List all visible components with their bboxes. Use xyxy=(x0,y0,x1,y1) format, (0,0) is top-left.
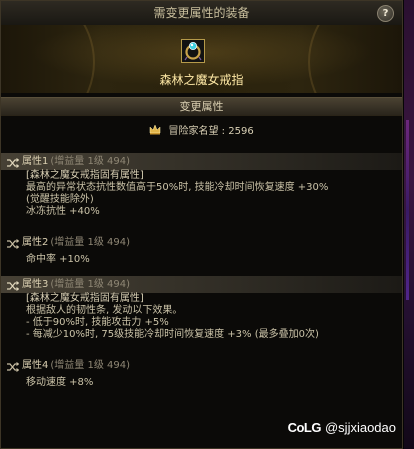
attribute-line: 命中率 +10% xyxy=(26,254,90,265)
shuffle-icon xyxy=(7,238,20,249)
colg-logo: CoLG xyxy=(287,420,322,435)
attribute-block-3: 属性3 (增益量 1级 494) [森林之魔女戒指固有属性] 根据敌人的韧性条,… xyxy=(1,276,402,341)
adventurer-fame: 冒险家名望 : 2596 xyxy=(1,122,402,138)
attribute-change-panel: 需变更属性的装备 ? 森林之魔女戒指 变更属性 冒险家名望 : 2596 属性1… xyxy=(0,0,403,449)
attribute-header[interactable]: 属性1 (增益量 1级 494) xyxy=(1,153,402,170)
attribute-level: (增益量 1级 494) xyxy=(50,360,130,371)
shuffle-icon xyxy=(7,280,20,291)
attribute-block-1: 属性1 (增益量 1级 494) [森林之魔女戒指固有属性] 最高的异常状态抗性… xyxy=(1,153,402,218)
attribute-line: (觉醒技能除外) xyxy=(26,194,94,205)
attribute-header[interactable]: 属性3 (增益量 1级 494) xyxy=(1,276,402,293)
attribute-line: 冰冻抗性 +40% xyxy=(26,206,100,217)
attribute-line: 最高的异常状态抗性数值高于50%时, 技能冷却时间恢复速度 +30% xyxy=(26,182,329,193)
item-name: 森林之魔女戒指 xyxy=(159,73,244,87)
attribute-block-4: 属性4 (增益量 1级 494) 移动速度 +8% xyxy=(1,357,402,389)
window-title-bar: 需变更属性的装备 ? xyxy=(1,1,402,26)
attribute-line: - 低于90%时, 技能攻击力 +5% xyxy=(26,317,169,328)
item-header: 森林之魔女戒指 xyxy=(1,25,402,93)
attribute-title: 属性1 xyxy=(22,156,49,167)
watermark: CoLG @sjjxiaodao xyxy=(288,420,396,435)
fame-label: 冒险家名望 : 2596 xyxy=(168,126,254,137)
attribute-header[interactable]: 属性2 (增益量 1级 494) xyxy=(1,234,402,251)
attribute-header[interactable]: 属性4 (增益量 1级 494) xyxy=(1,357,402,374)
attribute-title: 属性4 xyxy=(22,360,49,371)
window-title: 需变更属性的装备 xyxy=(153,6,250,20)
attribute-line: - 每减少10%时, 75级技能冷却时间恢复速度 +3% (最多叠加0次) xyxy=(26,329,319,340)
attribute-block-2: 属性2 (增益量 1级 494) 命中率 +10% xyxy=(1,234,402,266)
tab-change-attributes[interactable]: 变更属性 xyxy=(1,97,402,116)
help-button[interactable]: ? xyxy=(377,5,394,22)
attribute-line: 根据敌人的韧性条, 发动以下效果。 xyxy=(26,305,183,316)
attribute-level: (增益量 1级 494) xyxy=(50,156,130,167)
crown-icon xyxy=(149,124,161,138)
attribute-level: (增益量 1级 494) xyxy=(50,237,130,248)
attribute-title: 属性3 xyxy=(22,279,49,290)
attribute-line: [森林之魔女戒指固有属性] xyxy=(26,170,144,181)
attribute-line: [森林之魔女戒指固有属性] xyxy=(26,293,144,304)
watermark-handle: @sjjxiaodao xyxy=(324,420,396,435)
attribute-line: 移动速度 +8% xyxy=(26,377,94,388)
ring-icon[interactable] xyxy=(181,39,205,63)
shuffle-icon xyxy=(7,361,20,372)
attribute-level: (增益量 1级 494) xyxy=(50,279,130,290)
shuffle-icon xyxy=(7,157,20,168)
side-decoration-strip xyxy=(404,0,414,449)
attribute-title: 属性2 xyxy=(22,237,49,248)
